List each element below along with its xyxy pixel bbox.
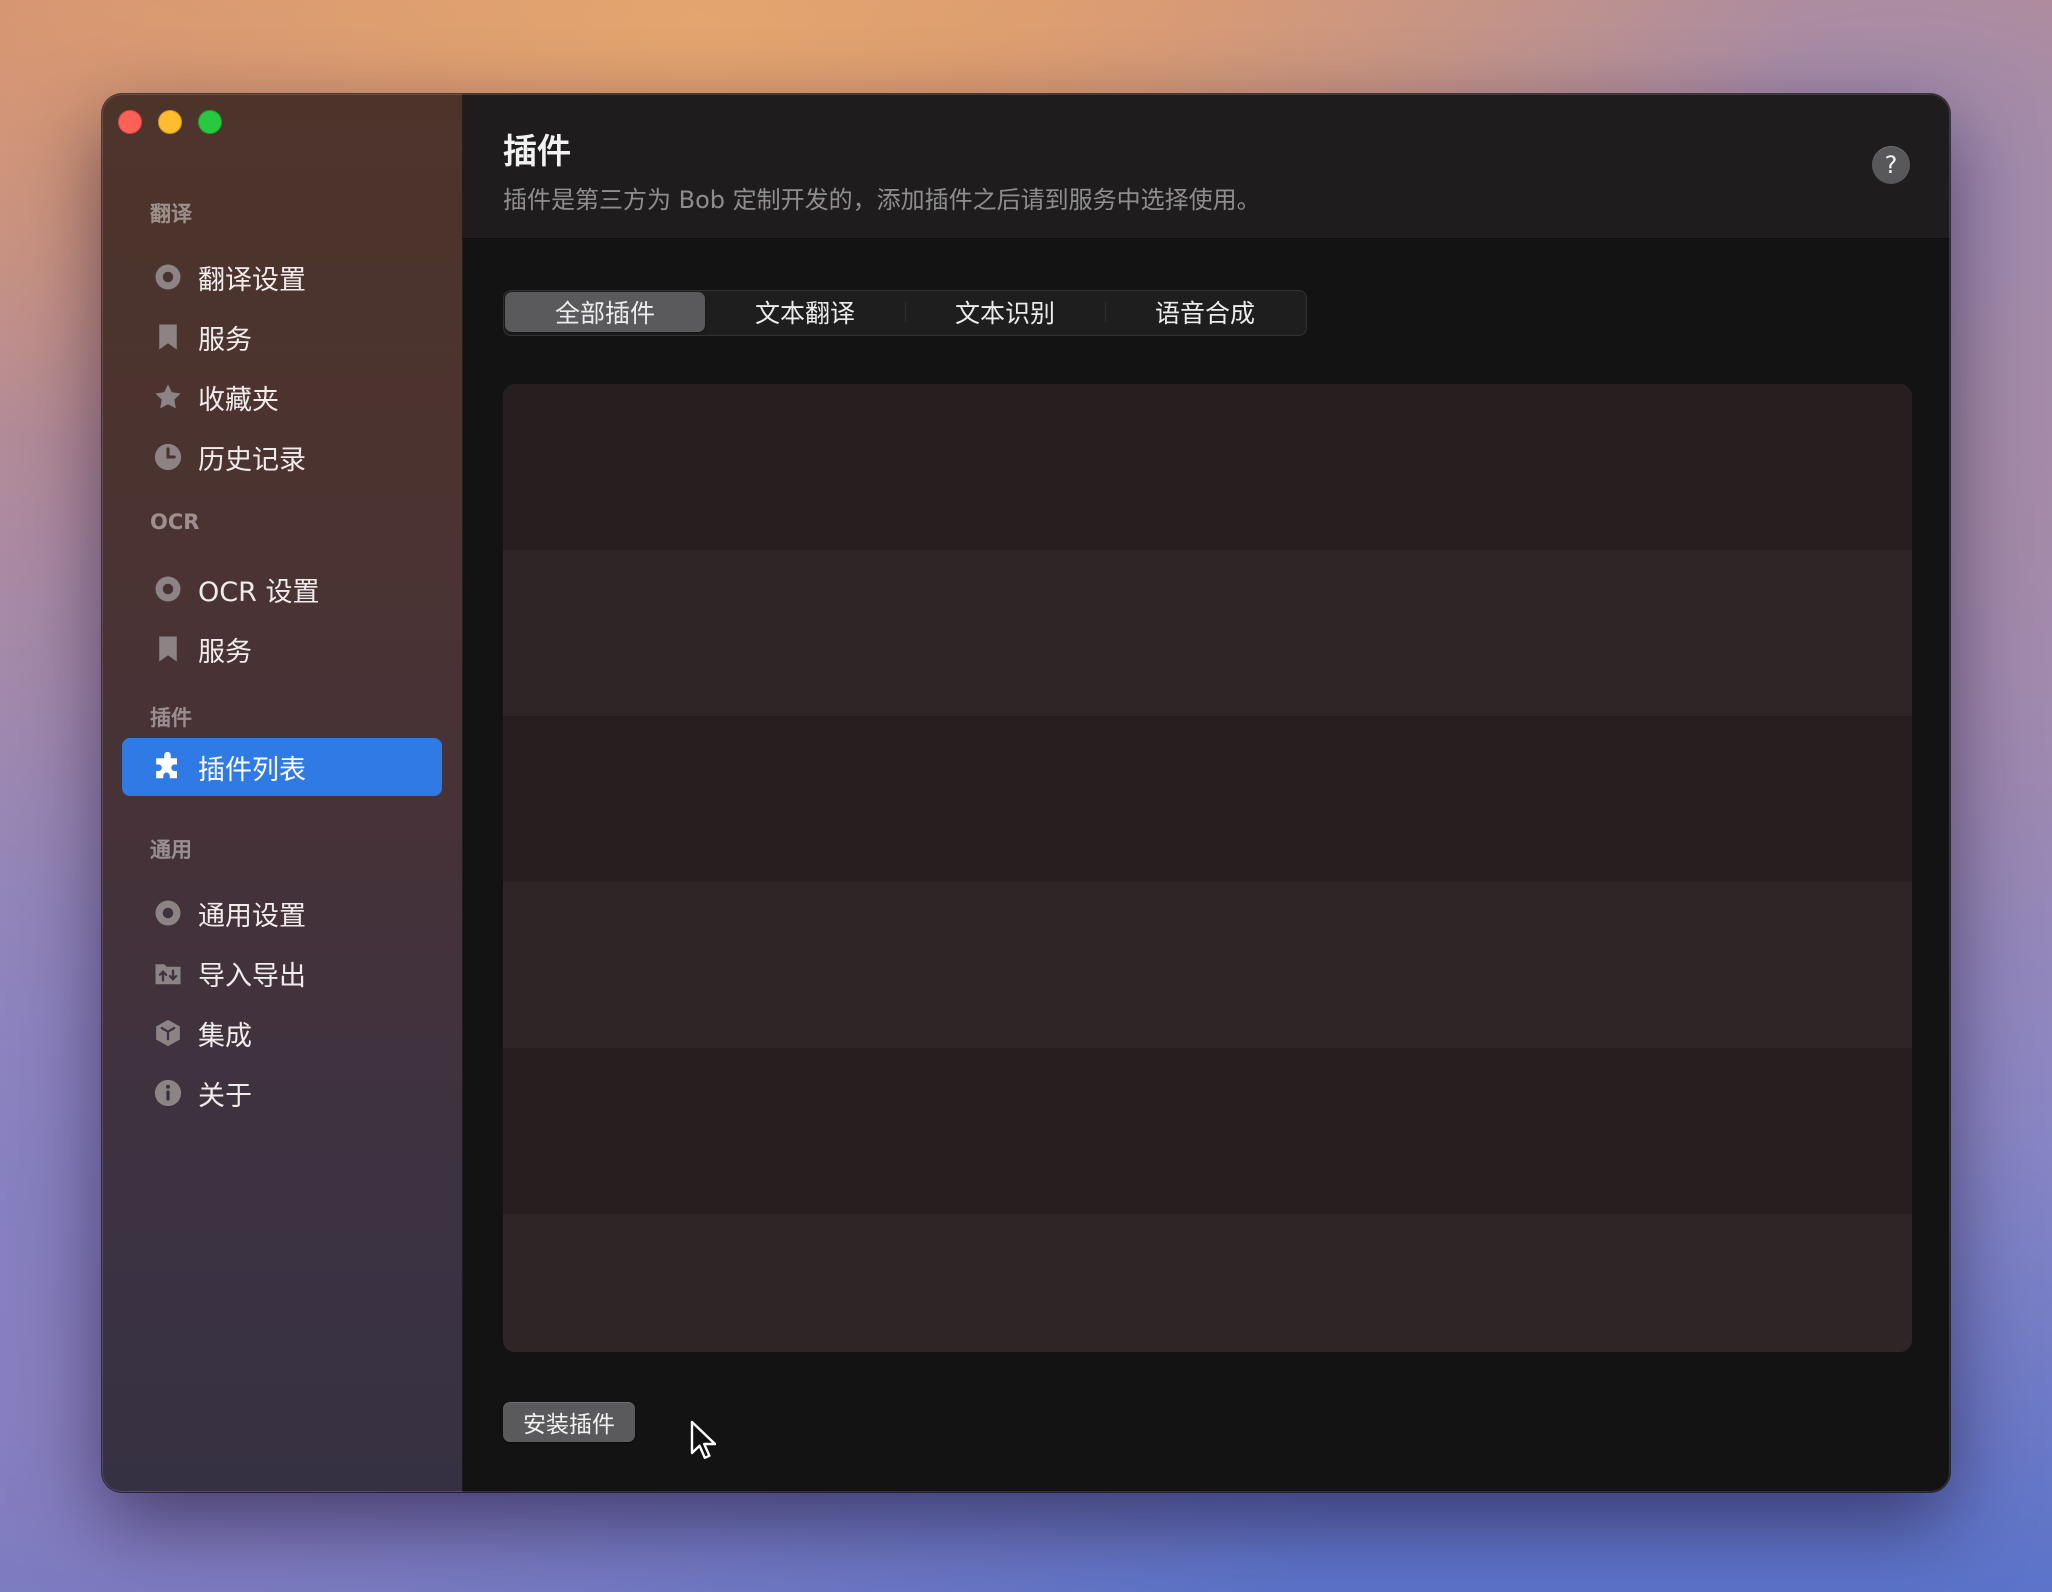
- list-item[interactable]: [503, 1214, 1912, 1352]
- list-item[interactable]: [503, 384, 1912, 550]
- folder-transfer-icon: [152, 957, 184, 989]
- sidebar-item-integrations[interactable]: 集成: [122, 1004, 442, 1062]
- help-button[interactable]: ?: [1872, 146, 1910, 184]
- sidebar-item-label: 翻译设置: [198, 264, 306, 296]
- close-window-button[interactable]: [118, 110, 142, 134]
- page-header: 插件 插件是第三方为 Bob 定制开发的，添加插件之后请到服务中选择使用。 ?: [463, 94, 1950, 239]
- tab-all-plugins[interactable]: 全部插件: [505, 292, 705, 332]
- list-item[interactable]: [503, 550, 1912, 716]
- bookmark-icon: [152, 321, 184, 353]
- list-item[interactable]: [503, 1048, 1912, 1214]
- star-icon: [152, 381, 184, 413]
- tab-speech-synthesis[interactable]: 语音合成: [1105, 292, 1305, 332]
- sidebar-item-import-export[interactable]: 导入导出: [122, 944, 442, 1002]
- sidebar: 翻译 翻译设置 服务 收藏夹 历史记录 OCR OCR 设置 服务 插件 插件列…: [102, 94, 463, 1492]
- gear-icon: [152, 573, 184, 605]
- minimize-window-button[interactable]: [158, 110, 182, 134]
- sidebar-item-label: 收藏夹: [198, 384, 279, 416]
- window-controls: [118, 110, 222, 134]
- sidebar-item-label: 插件列表: [198, 754, 306, 786]
- sidebar-item-label: 导入导出: [198, 960, 306, 992]
- sidebar-item-label: 通用设置: [198, 900, 306, 932]
- tab-text-recognition[interactable]: 文本识别: [905, 292, 1105, 332]
- list-item[interactable]: [503, 882, 1912, 1048]
- sidebar-item-label: OCR 设置: [198, 576, 320, 608]
- help-icon: ?: [1884, 151, 1898, 179]
- puzzle-icon: [152, 751, 184, 783]
- sidebar-item-translate-services[interactable]: 服务: [122, 308, 442, 366]
- main-panel: 插件 插件是第三方为 Bob 定制开发的，添加插件之后请到服务中选择使用。 ? …: [463, 94, 1950, 1492]
- info-icon: [152, 1077, 184, 1109]
- page-subtitle: 插件是第三方为 Bob 定制开发的，添加插件之后请到服务中选择使用。: [503, 186, 1261, 214]
- install-plugin-button[interactable]: 安装插件: [503, 1402, 635, 1442]
- sidebar-item-plugin-list[interactable]: 插件列表: [122, 738, 442, 796]
- gear-icon: [152, 261, 184, 293]
- sidebar-item-label: 服务: [198, 636, 252, 668]
- zoom-window-button[interactable]: [198, 110, 222, 134]
- sidebar-item-ocr-services[interactable]: 服务: [122, 620, 442, 678]
- plugin-filter-tabs: 全部插件 文本翻译 文本识别 语音合成: [503, 290, 1307, 336]
- sidebar-item-label: 历史记录: [198, 444, 306, 476]
- tab-text-translation[interactable]: 文本翻译: [705, 292, 905, 332]
- sidebar-section-ocr: OCR: [150, 510, 200, 534]
- sidebar-item-general-settings[interactable]: 通用设置: [122, 884, 442, 942]
- sidebar-item-about[interactable]: 关于: [122, 1064, 442, 1122]
- plugin-list: [503, 384, 1912, 1352]
- sidebar-item-translate-settings[interactable]: 翻译设置: [122, 248, 442, 306]
- sidebar-section-general: 通用: [150, 838, 192, 862]
- list-item[interactable]: [503, 716, 1912, 882]
- mouse-cursor-icon: [690, 1420, 716, 1459]
- sidebar-item-label: 关于: [198, 1080, 252, 1112]
- sidebar-section-plugins: 插件: [150, 706, 192, 730]
- sidebar-item-ocr-settings[interactable]: OCR 设置: [122, 560, 442, 618]
- sidebar-item-history[interactable]: 历史记录: [122, 428, 442, 486]
- sidebar-item-label: 集成: [198, 1020, 252, 1052]
- sidebar-item-label: 服务: [198, 324, 252, 356]
- cube-icon: [152, 1017, 184, 1049]
- gear-icon: [152, 897, 184, 929]
- bookmark-icon: [152, 633, 184, 665]
- clock-icon: [152, 441, 184, 473]
- app-window: 翻译 翻译设置 服务 收藏夹 历史记录 OCR OCR 设置 服务 插件 插件列…: [102, 94, 1950, 1492]
- sidebar-section-translate: 翻译: [150, 202, 192, 226]
- page-title: 插件: [503, 132, 571, 172]
- sidebar-item-favorites[interactable]: 收藏夹: [122, 368, 442, 426]
